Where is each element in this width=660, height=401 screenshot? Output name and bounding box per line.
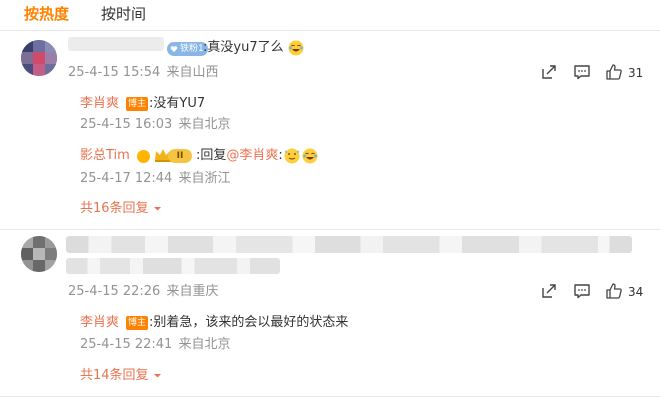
like-icon[interactable] <box>605 282 623 300</box>
comment-icon[interactable] <box>573 282 591 300</box>
comment-divider <box>0 396 660 397</box>
reply-prefix: :回复 <box>196 148 227 163</box>
blurred-username <box>68 37 164 51</box>
time-text: 25-4-15 16:03 <box>80 117 173 132</box>
share-icon[interactable] <box>540 282 558 300</box>
comment-timestamp: 25-4-15 15:54 来自山西 <box>68 64 219 82</box>
laughing-emoji-icon <box>302 148 318 164</box>
fan-badge: 铁粉1 <box>167 42 208 56</box>
reply-author[interactable]: 影总Tim <box>80 147 130 165</box>
time-text: 25-4-15 22:26 <box>68 284 161 299</box>
reply-timestamp: 25-4-17 12:44 来自浙江 <box>80 170 231 188</box>
level-badge: II <box>168 149 192 163</box>
location-text: 来自山西 <box>166 65 219 80</box>
blogger-badge: 博主 <box>126 97 149 111</box>
like-count: 34 <box>628 285 644 299</box>
reply-suffix: : <box>278 148 283 163</box>
laughing-emoji-icon <box>288 40 304 56</box>
pixelated-avatar-image <box>21 236 57 272</box>
chevron-down-icon <box>153 207 161 211</box>
location-text: 来自重庆 <box>166 284 219 299</box>
reply-author[interactable]: 李肖爽 <box>80 314 119 332</box>
more-replies-label: 共16条回复 <box>80 201 149 216</box>
time-text: 25-4-15 15:54 <box>68 65 161 80</box>
location-text: 来自浙江 <box>178 171 231 186</box>
avatar[interactable] <box>21 40 57 76</box>
sort-tabs: 按热度 按时间 <box>24 4 146 26</box>
comment-divider <box>0 229 660 230</box>
comment-text: :真没yu7了么 <box>203 40 284 55</box>
reply-author[interactable]: 李肖爽 <box>80 95 119 113</box>
heart-icon <box>170 46 178 52</box>
time-text: 25-4-15 22:41 <box>80 337 173 352</box>
more-replies-link[interactable]: 共14条回复 <box>80 367 162 385</box>
mention-link[interactable]: @李肖爽 <box>226 148 278 163</box>
chevron-down-icon <box>153 374 161 378</box>
like-icon[interactable] <box>605 63 623 81</box>
location-text: 来自北京 <box>178 117 231 132</box>
verified-badge-icon <box>137 150 150 163</box>
tabs-divider <box>0 30 660 31</box>
sweating-emoji-icon <box>284 148 300 164</box>
avatar[interactable] <box>21 236 57 272</box>
location-text: 来自北京 <box>178 337 231 352</box>
reply-text: :回复@李肖爽: <box>196 147 283 165</box>
blurred-comment-text <box>66 236 632 253</box>
fan-badge-label: 铁粉1 <box>180 44 204 54</box>
blurred-comment-text <box>66 258 280 274</box>
reply-timestamp: 25-4-15 22:41 来自北京 <box>80 336 231 354</box>
reply-text: :没有YU7 <box>149 96 206 111</box>
reply-timestamp: 25-4-15 16:03 来自北京 <box>80 116 231 134</box>
comment-timestamp: 25-4-15 22:26 来自重庆 <box>68 283 219 301</box>
like-count: 31 <box>628 66 644 80</box>
pixelated-avatar-image <box>21 40 57 76</box>
reply-text: :别着急，该来的会以最好的状态来 <box>149 315 349 330</box>
share-icon[interactable] <box>540 63 558 81</box>
more-replies-label: 共14条回复 <box>80 368 149 383</box>
blogger-badge: 博主 <box>126 316 149 330</box>
comment-icon[interactable] <box>573 63 591 81</box>
more-replies-link[interactable]: 共16条回复 <box>80 200 162 218</box>
tab-by-hot[interactable]: 按热度 <box>24 4 69 26</box>
time-text: 25-4-17 12:44 <box>80 171 173 186</box>
tab-by-time[interactable]: 按时间 <box>101 4 146 26</box>
